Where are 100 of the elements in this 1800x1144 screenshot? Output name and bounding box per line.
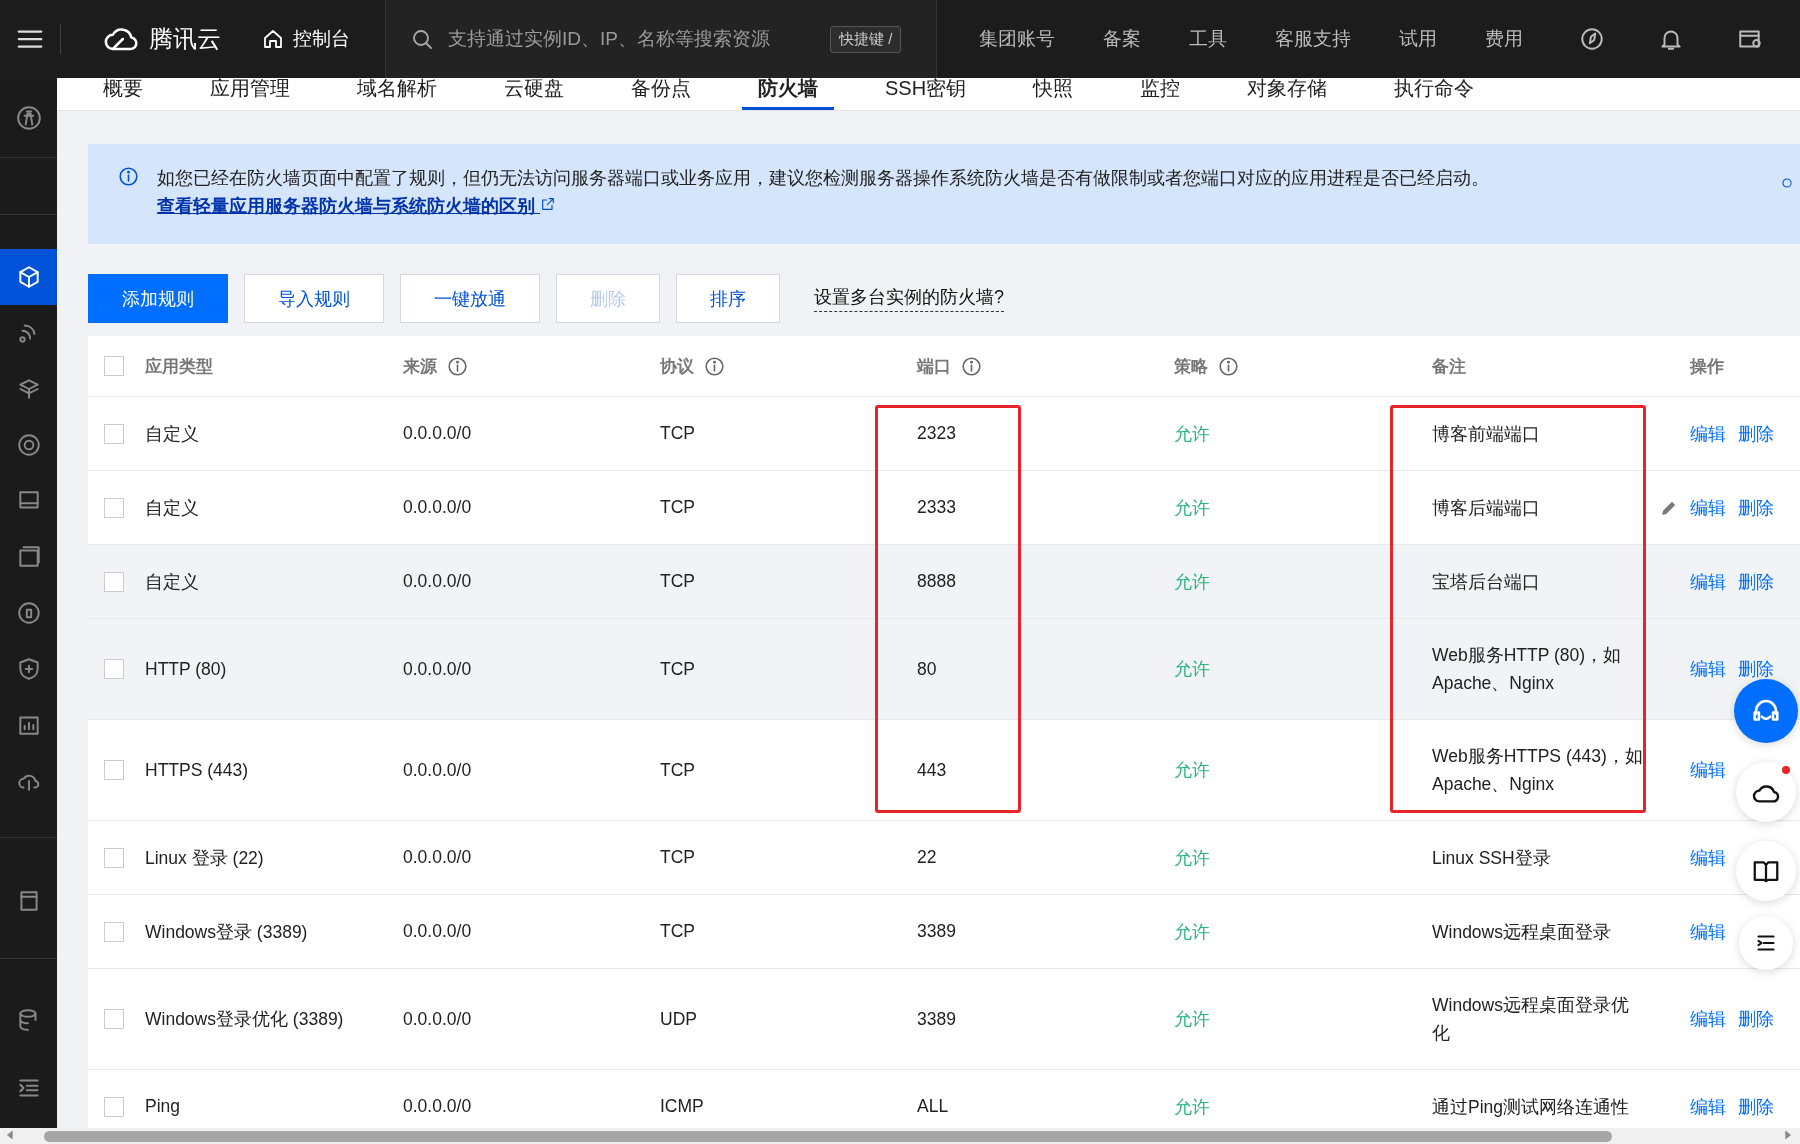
nav-link[interactable]: 备案 <box>1103 26 1141 52</box>
action-link[interactable]: 编辑 <box>1690 919 1726 944</box>
toolbar-button[interactable]: 一键放通 <box>400 274 540 323</box>
table-cell-text: Linux SSH登录 <box>1432 846 1552 870</box>
table-cell-text: Windows登录 (3389) <box>145 920 309 944</box>
table-cell-text: 博客前端端口 <box>1432 422 1541 446</box>
table-cell-text: 3389 <box>917 921 957 942</box>
notification-dot <box>1782 766 1790 774</box>
policy-text: 允许 <box>1174 1095 1211 1119</box>
tab[interactable]: 域名解析 <box>341 78 453 110</box>
row-checkbox[interactable] <box>104 497 124 518</box>
table-cell-text: Web服务HTTPS (443)，如Apache、Nginx <box>1432 745 1644 796</box>
action-link[interactable]: 编辑 <box>1690 1094 1726 1119</box>
table-cell-text: TCP <box>660 571 696 592</box>
nav-link[interactable]: 试用 <box>1399 26 1437 52</box>
tab[interactable]: 备份点 <box>615 78 707 110</box>
table-cell-text: 宝塔后台端口 <box>1432 570 1541 594</box>
tab[interactable]: 监控 <box>1124 78 1197 110</box>
policy-text: 允许 <box>1174 658 1211 681</box>
column-header: 备注 <box>1432 355 1466 378</box>
table-cell-text: TCP <box>660 847 696 868</box>
action-link[interactable]: 编辑 <box>1690 569 1726 594</box>
shortcut-key: 快捷键 / <box>830 25 902 53</box>
external-link-icon <box>540 196 557 212</box>
tab[interactable]: SSH密钥 <box>869 78 983 110</box>
table-cell-text: 2323 <box>917 423 957 444</box>
toolbar-button[interactable]: 导入规则 <box>244 274 384 323</box>
row-checkbox[interactable] <box>104 1096 124 1117</box>
tab[interactable]: 云硬盘 <box>488 78 580 110</box>
table-cell-text: UDP <box>660 1008 698 1030</box>
notice-text: 如您已经在防火墙页面中配置了规则，但仍无法访问服务器端口或业务应用，建议您检测服务器操作系统防火墙是否有做限制或者您端口对应的应用进程是否已经启动。 查看轻量应用服务器防火墙与系统防火墙的区别 <box>157 167 1490 218</box>
search-icon <box>410 27 434 51</box>
nav-link[interactable]: 工具 <box>1189 26 1227 52</box>
table-cell-text: 443 <box>917 759 948 781</box>
policy-text: 允许 <box>1174 759 1211 782</box>
table-cell-text: 0.0.0.0/0 <box>403 1096 473 1117</box>
circle-icon <box>1780 176 1794 190</box>
column-header: 应用类型 <box>145 355 213 378</box>
policy-text: 允许 <box>1174 1008 1211 1031</box>
action-link[interactable]: 删除 <box>1738 495 1774 520</box>
lighthouse-icon <box>15 104 42 131</box>
row-checkbox[interactable] <box>104 847 124 868</box>
row-checkbox[interactable] <box>104 921 124 942</box>
table-cell-text: 自定义 <box>145 496 200 520</box>
action-link[interactable]: 编辑 <box>1690 421 1726 446</box>
table-cell-text: 8888 <box>917 571 957 592</box>
nav-link[interactable]: 集团账号 <box>979 26 1055 52</box>
table-cell-text: 0.0.0.0/0 <box>403 921 473 942</box>
brand-name[interactable]: 腾讯云 <box>149 23 221 55</box>
table-cell-text: Linux 登录 (22) <box>145 846 265 870</box>
table-cell-text: 0.0.0.0/0 <box>403 571 473 592</box>
table-cell-text: 自定义 <box>145 570 200 594</box>
action-link[interactable]: 编辑 <box>1690 758 1726 782</box>
table-cell-text: 0.0.0.0/0 <box>403 759 473 781</box>
toolbar-button[interactable]: 添加规则 <box>88 274 228 323</box>
nav-link[interactable]: 客服支持 <box>1275 26 1351 52</box>
scroll-left-icon <box>4 1129 16 1141</box>
select-all-checkbox[interactable] <box>104 356 124 376</box>
help-link[interactable]: 设置多台实例的防火墙? <box>814 285 1004 312</box>
policy-text: 允许 <box>1174 496 1211 520</box>
help-link[interactable]: 查看轻量应用服务器防火墙与系统防火墙的区别 <box>157 196 557 216</box>
scroll-right-icon <box>1782 1129 1794 1141</box>
nav-link[interactable]: 费用 <box>1485 26 1523 52</box>
tab[interactable]: 对象存储 <box>1231 78 1344 110</box>
tab[interactable]: 应用管理 <box>194 78 306 110</box>
tab[interactable]: 执行命令 <box>1378 78 1491 110</box>
action-link[interactable]: 编辑 <box>1690 495 1726 520</box>
column-header: 协议 <box>660 355 694 378</box>
table-cell-text: Ping <box>145 1096 182 1117</box>
table-cell-text: 0.0.0.0/0 <box>403 847 473 868</box>
tab[interactable]: 概要 <box>87 78 159 110</box>
toolbar-button[interactable]: 排序 <box>676 274 780 323</box>
horizontal-scrollbar[interactable] <box>0 1128 1800 1144</box>
column-header: 操作 <box>1690 355 1724 378</box>
action-link[interactable]: 编辑 <box>1690 1007 1726 1031</box>
row-checkbox[interactable] <box>104 760 124 780</box>
action-link[interactable]: 删除 <box>1738 569 1774 594</box>
table-cell-text: 3389 <box>917 1008 957 1030</box>
tab[interactable]: 防火墙 <box>742 78 834 110</box>
coin-icon <box>15 600 42 626</box>
column-header: 端口 <box>917 355 951 378</box>
search-field[interactable]: 支持通过实例ID、IP、名称等搜索资源 <box>446 27 810 51</box>
action-link[interactable]: 删除 <box>1738 1007 1774 1031</box>
row-checkbox[interactable] <box>104 423 124 444</box>
table-cell-text: 0.0.0.0/0 <box>403 497 473 518</box>
row-checkbox[interactable] <box>104 1009 124 1029</box>
table-cell-text: Windows远程桌面登录优化 <box>1432 994 1630 1045</box>
table-cell-text: HTTPS (443) <box>145 759 250 781</box>
action-link[interactable]: 删除 <box>1738 421 1774 446</box>
row-checkbox[interactable] <box>104 571 124 592</box>
table-cell-text: 2333 <box>917 497 957 518</box>
tab[interactable]: 快照 <box>1017 78 1090 110</box>
table-cell-text: Windows远程桌面登录 <box>1432 920 1612 944</box>
console-link[interactable]: 控制台 <box>293 26 350 52</box>
action-link[interactable]: 编辑 <box>1690 657 1726 681</box>
row-checkbox[interactable] <box>104 659 124 679</box>
table-cell-text: TCP <box>660 423 696 444</box>
action-link[interactable]: 删除 <box>1738 1094 1774 1119</box>
action-link[interactable]: 删除 <box>1738 657 1774 681</box>
action-link[interactable]: 编辑 <box>1690 845 1726 870</box>
